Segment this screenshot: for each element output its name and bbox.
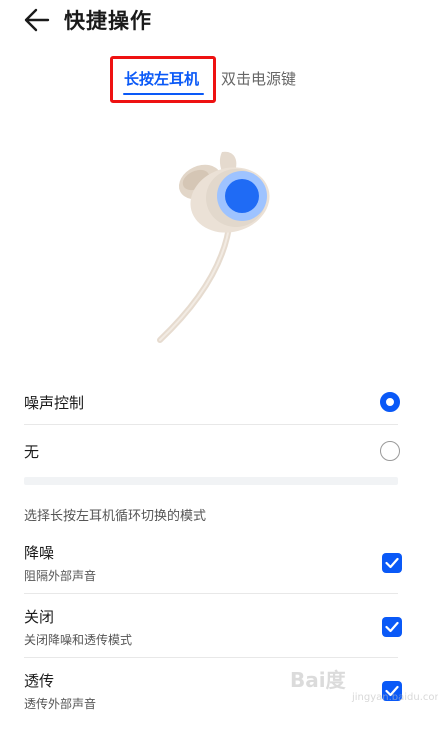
tab-double-click-power[interactable]: 双击电源键 [221,68,296,89]
mode-title: 关闭 [24,608,55,626]
divider [24,593,398,594]
divider [24,424,398,425]
option-noise-control[interactable]: 噪声控制 [24,392,404,412]
back-arrow-icon[interactable] [22,6,52,34]
earbud-illustration [130,140,300,345]
checkbox-checked-icon[interactable] [382,553,402,573]
mode-subtitle: 阻隔外部声音 [24,569,97,583]
mode-subtitle: 透传外部声音 [24,697,97,711]
divider [24,657,398,658]
watermark-url: jingyan.baidu.com [352,692,438,703]
mode-subtitle: 关闭降噪和透传模式 [24,633,133,647]
highlight-annotation-box [110,56,216,103]
radio-unselected-icon[interactable] [380,441,400,461]
page-title: 快捷操作 [64,9,152,33]
option-none[interactable]: 无 [24,441,404,461]
option-label: 噪声控制 [24,394,85,412]
mode-title: 降噪 [24,544,55,562]
section-separator [24,477,398,485]
watermark-logo: Bai度 [290,668,346,692]
header: 快捷操作 [0,0,438,44]
radio-selected-icon[interactable] [380,392,400,412]
mode-item-off[interactable]: 关闭 关闭降噪和透传模式 [24,606,404,650]
tab-bar: 长按左耳机 双击电源键 [0,60,438,104]
checkbox-checked-icon[interactable] [382,617,402,637]
mode-item-transparency[interactable]: 透传 透传外部声音 [24,670,404,714]
mode-title: 透传 [24,672,55,690]
mode-item-noise-cancel[interactable]: 降噪 阻隔外部声音 [24,542,404,586]
section-caption: 选择长按左耳机循环切换的模式 [24,509,207,524]
option-label: 无 [24,443,40,461]
